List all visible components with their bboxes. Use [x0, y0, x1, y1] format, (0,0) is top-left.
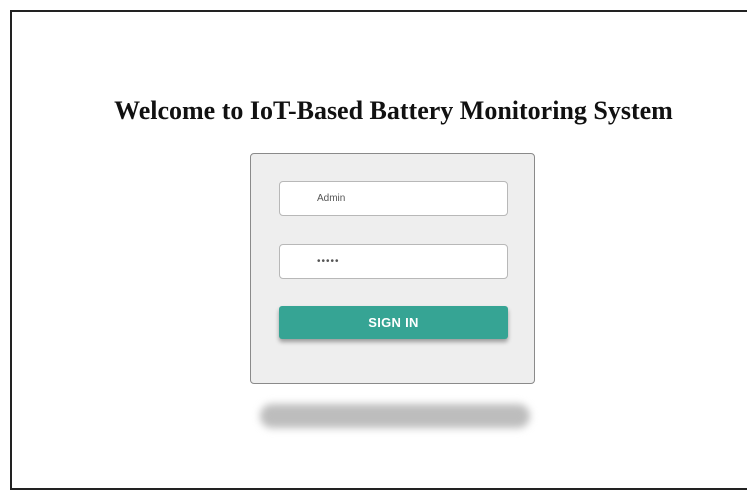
card-shadow	[260, 404, 530, 428]
page-title: Welcome to IoT-Based Battery Monitoring …	[114, 96, 673, 125]
sign-in-button[interactable]: SIGN IN	[279, 306, 508, 339]
login-card: SIGN IN	[250, 153, 535, 384]
password-input[interactable]	[279, 244, 508, 279]
username-input[interactable]	[279, 181, 508, 216]
